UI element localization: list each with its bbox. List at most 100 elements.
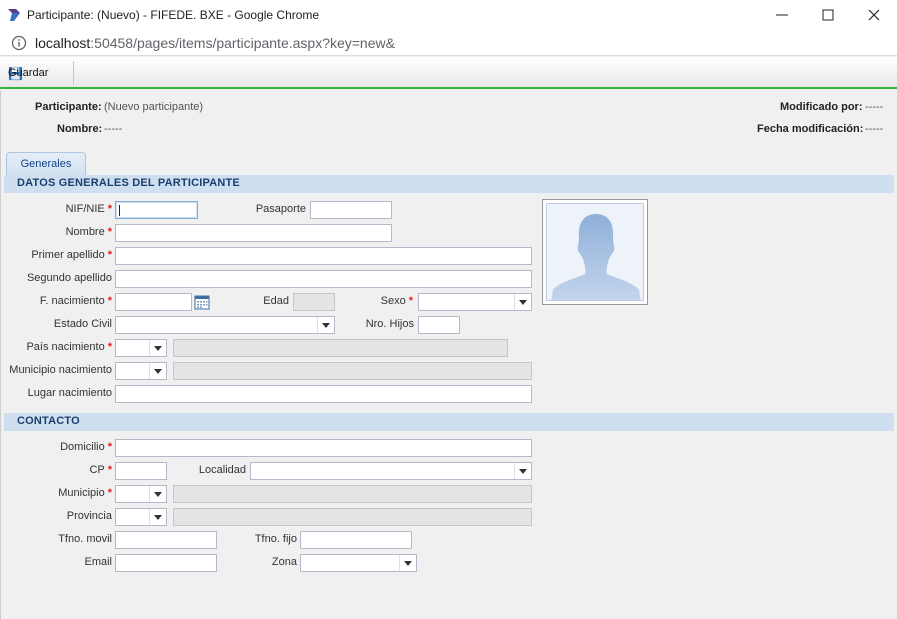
nro-hijos-label: Nro. Hijos	[365, 318, 414, 330]
participante-label: Participante:	[35, 101, 102, 113]
pais-nacimiento-select[interactable]	[115, 339, 167, 357]
form-page: Participante: (Nuevo participante) Nombr…	[0, 91, 897, 619]
domicilio-label: Domicilio *	[60, 441, 112, 453]
sexo-select[interactable]	[418, 293, 532, 311]
participant-photo[interactable]	[542, 199, 648, 305]
nombre-input[interactable]	[115, 224, 392, 242]
nro-hijos-input[interactable]	[418, 316, 460, 334]
f-nacimiento-label: F. nacimiento *	[40, 295, 112, 307]
provincia-description	[173, 508, 532, 526]
pais-nacimiento-label: País nacimiento *	[26, 341, 112, 353]
email-label: Email	[84, 556, 112, 568]
lugar-nacimiento-label: Lugar nacimiento	[27, 387, 112, 399]
pais-nacimiento-label-text: País nacimiento	[26, 341, 105, 353]
nombre-header-label: Nombre:	[57, 123, 103, 135]
localidad-select[interactable]	[250, 462, 532, 480]
estado-civil-select[interactable]	[115, 316, 335, 334]
nombre-label-text: Nombre	[65, 226, 105, 238]
tfno-fijo-input[interactable]	[300, 531, 412, 549]
close-icon	[868, 9, 880, 21]
info-icon[interactable]	[11, 35, 27, 51]
window-titlebar: Participante: (Nuevo) - FIFEDE. BXE - Go…	[0, 0, 897, 30]
participante-value: (Nuevo participante)	[104, 101, 204, 113]
minimize-button[interactable]	[772, 5, 792, 25]
municipio-label-text: Municipio	[58, 487, 105, 499]
required-mark: *	[107, 487, 112, 499]
chevron-down-icon[interactable]	[149, 509, 166, 525]
primer-apellido-label-text: Primer apellido	[31, 249, 105, 261]
required-mark: *	[107, 203, 112, 215]
person-silhouette-icon	[551, 214, 641, 300]
primer-apellido-label: Primer apellido *	[31, 249, 112, 261]
cp-label: CP *	[89, 464, 112, 476]
edad-label: Edad	[263, 295, 289, 307]
maximize-icon	[822, 9, 834, 21]
fecha-modificacion-label: Fecha modificación:	[757, 123, 864, 135]
provincia-select[interactable]	[115, 508, 167, 526]
municipio-nacimiento-select[interactable]	[115, 362, 167, 380]
edad-input	[293, 293, 335, 311]
chevron-down-icon[interactable]	[514, 463, 531, 479]
save-button[interactable]: Guardar	[4, 62, 48, 84]
save-button-label: Guardar	[8, 67, 49, 79]
chevron-down-icon[interactable]	[399, 555, 416, 571]
municipio-select[interactable]	[115, 485, 167, 503]
section-datos-generales-title: DATOS GENERALES DEL PARTICIPANTE	[17, 177, 240, 189]
calendar-icon[interactable]	[194, 294, 210, 310]
municipio-description	[173, 485, 532, 503]
zona-select[interactable]	[300, 554, 417, 572]
section-contacto: CONTACTO	[4, 413, 894, 431]
email-input[interactable]	[115, 554, 217, 572]
f-nacimiento-input[interactable]	[115, 293, 192, 311]
municipio-nacimiento-label: Municipio nacimiento	[9, 364, 112, 376]
primer-apellido-input[interactable]	[115, 247, 532, 265]
close-button[interactable]	[864, 5, 884, 25]
nif-input[interactable]	[115, 201, 198, 219]
segundo-apellido-input[interactable]	[115, 270, 532, 288]
pasaporte-input[interactable]	[310, 201, 392, 219]
municipio-nacimiento-description	[173, 362, 532, 380]
modificado-label: Modificado por:	[780, 101, 863, 113]
zona-label: Zona	[271, 556, 297, 568]
maximize-button[interactable]	[818, 5, 838, 25]
modificado-value: -----	[865, 101, 884, 113]
tab-generales[interactable]: Generales	[6, 152, 86, 176]
tfno-fijo-label: Tfno. fijo	[254, 533, 297, 545]
cp-input[interactable]	[115, 462, 167, 480]
provincia-label: Provincia	[66, 510, 112, 522]
cp-label-text: CP	[89, 464, 105, 476]
domicilio-input[interactable]	[115, 439, 532, 457]
chevron-down-icon[interactable]	[149, 486, 166, 502]
municipio-label: Municipio *	[58, 487, 112, 499]
chevron-down-icon[interactable]	[317, 317, 334, 333]
chevron-down-icon[interactable]	[149, 363, 166, 379]
app-logo-icon	[8, 9, 20, 21]
pais-nacimiento-description	[173, 339, 508, 357]
tfno-movil-label: Tfno. movil	[58, 533, 112, 545]
address-bar[interactable]: localhost:50458/pages/items/participante…	[0, 30, 897, 56]
localidad-label: Localidad	[198, 464, 246, 476]
required-mark: *	[107, 441, 112, 453]
domicilio-label-text: Domicilio	[60, 441, 105, 453]
minimize-icon	[776, 14, 788, 16]
chevron-down-icon[interactable]	[514, 294, 531, 310]
url-host: localhost	[35, 35, 91, 51]
lugar-nacimiento-input[interactable]	[115, 385, 532, 403]
nif-label-text: NIF/NIE	[65, 203, 105, 215]
window-title: Participante: (Nuevo) - FIFEDE. BXE - Go…	[27, 8, 320, 22]
url-text[interactable]: localhost:50458/pages/items/participante…	[35, 35, 395, 51]
nombre-label: Nombre *	[66, 226, 112, 238]
chevron-down-icon[interactable]	[149, 340, 166, 356]
form-toolbar: Guardar	[0, 57, 897, 89]
url-path: :50458/pages/items/participante.aspx?key…	[90, 35, 395, 51]
required-mark: *	[107, 226, 112, 238]
required-mark: *	[107, 295, 112, 307]
fecha-modificacion-value: -----	[865, 123, 884, 135]
section-datos-generales: DATOS GENERALES DEL PARTICIPANTE	[4, 175, 894, 193]
sexo-label-text: Sexo	[380, 295, 406, 307]
required-mark: *	[408, 295, 413, 307]
sexo-label: Sexo *	[381, 295, 413, 307]
tfno-movil-input[interactable]	[115, 531, 217, 549]
toolbar-separator	[73, 61, 74, 85]
estado-civil-label: Estado Civil	[53, 318, 112, 330]
